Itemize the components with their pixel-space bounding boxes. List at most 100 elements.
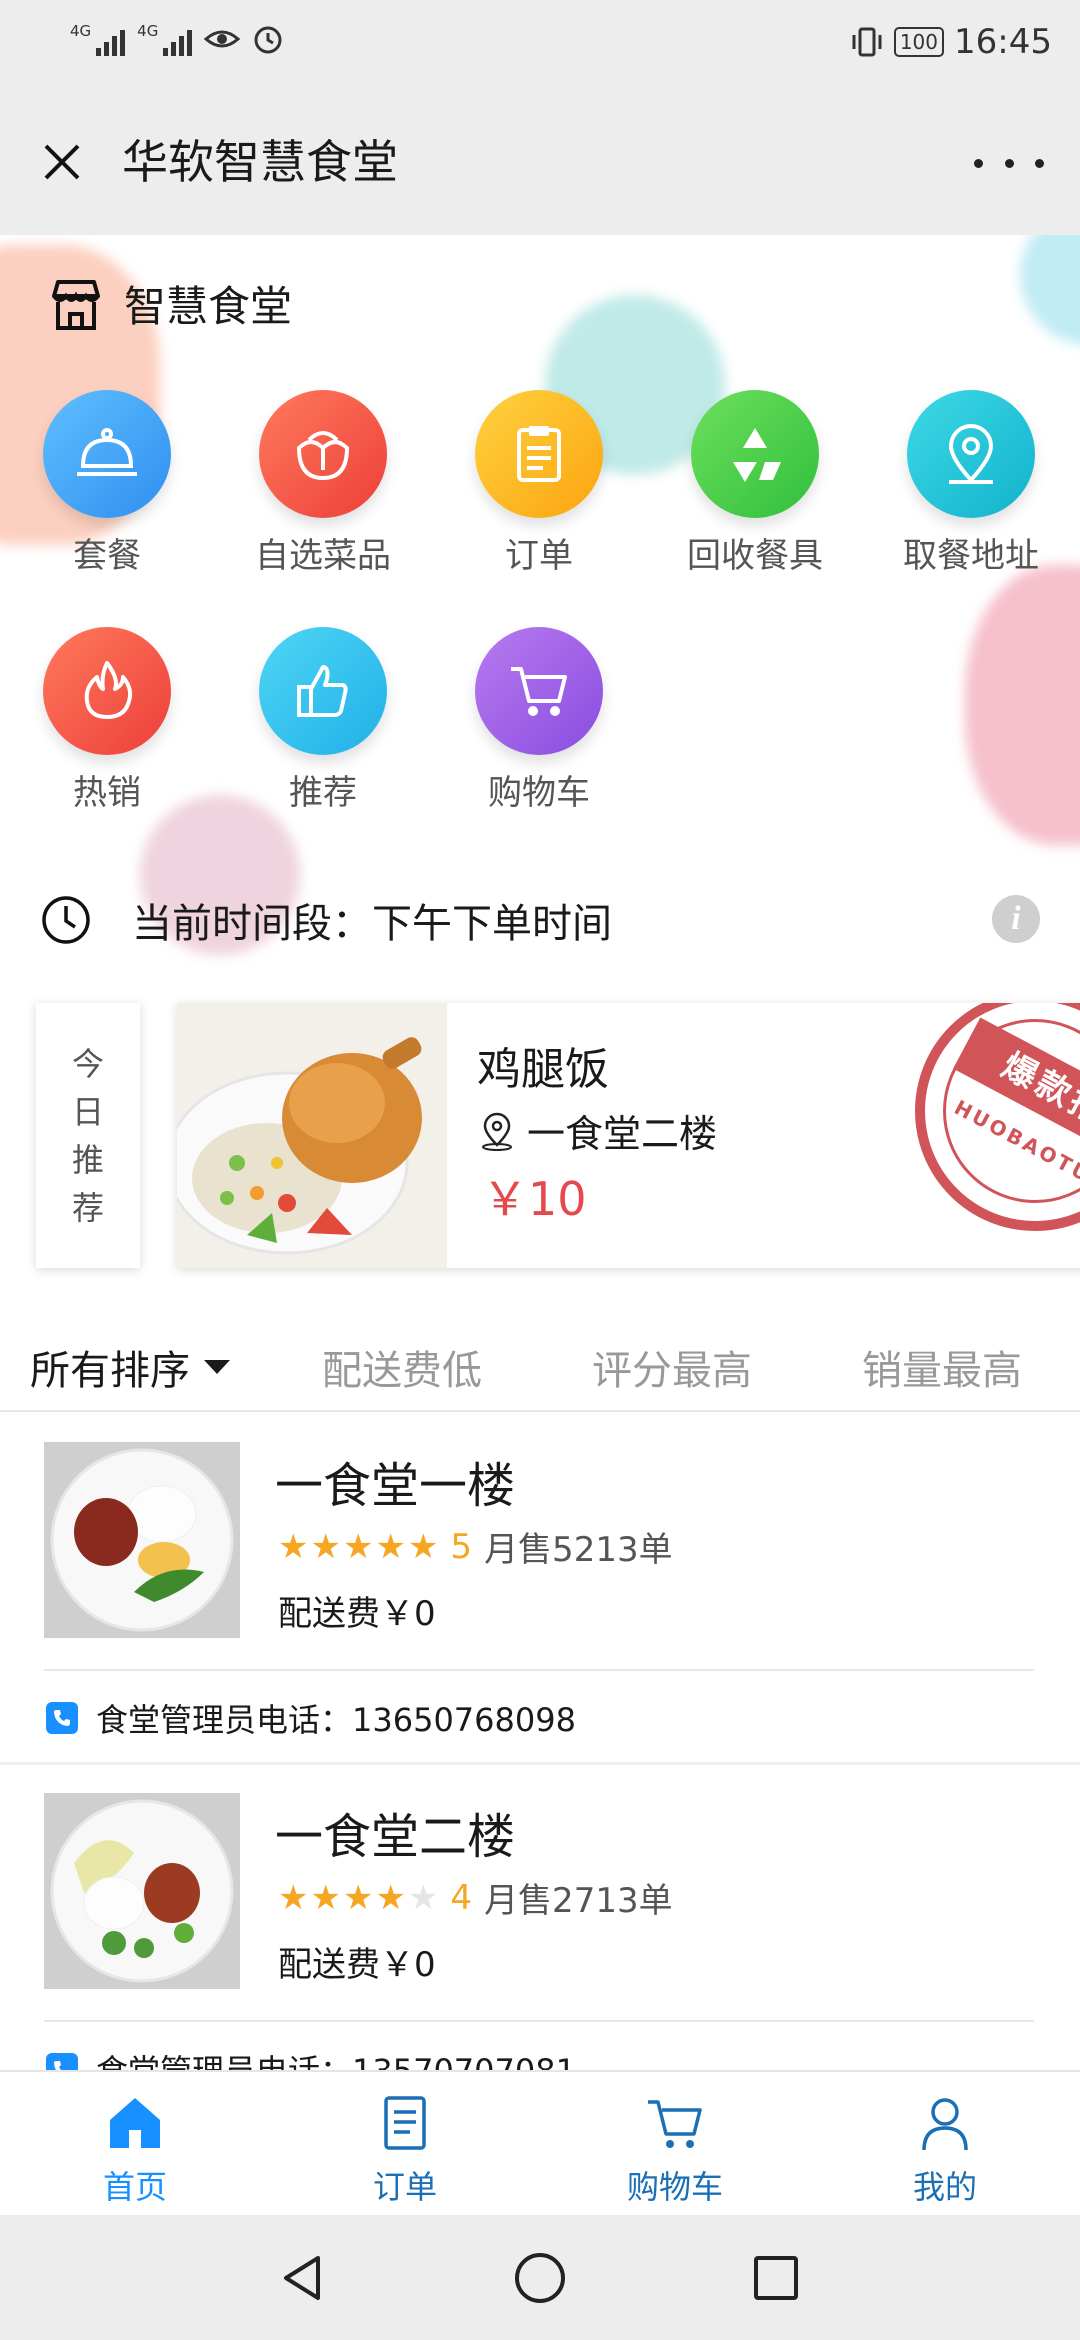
store-name: 一食堂二楼 <box>275 1809 516 1865</box>
home-nav-icon[interactable] <box>512 2250 568 2306</box>
star-icon: ★ <box>278 1526 309 1567</box>
back-icon[interactable] <box>276 2250 332 2306</box>
eye-icon <box>204 30 241 48</box>
recents-icon[interactable] <box>748 2250 804 2306</box>
tag-char: 荐 <box>71 1188 104 1227</box>
rating-value: 4 <box>450 1877 473 1918</box>
vibrate-icon <box>852 27 882 57</box>
today-recommend-tag: 今 日 推 荐 <box>36 1003 140 1268</box>
page-title: 华软智慧食堂 <box>122 135 398 189</box>
grid-item-pickup-address[interactable]: 取餐地址 <box>876 390 1066 577</box>
divider <box>44 1669 1034 1671</box>
time-period-row: 当前时间段：下午下单时间 i <box>40 885 1040 955</box>
tag-char: 今 <box>71 1044 104 1083</box>
star-icon: ★ <box>407 1526 439 1567</box>
clock: 16:45 <box>954 22 1052 62</box>
thumbs-up-icon <box>297 665 348 717</box>
store-name: 一食堂一楼 <box>275 1458 516 1514</box>
phone-text: 食堂管理员电话：13650768098 <box>96 1701 576 1739</box>
store-rating: ★ ★ ★ ★ ★ 4 月售2713单 <box>278 1873 673 1922</box>
clock-icon <box>42 896 90 944</box>
main-content[interactable]: 智慧食堂 套餐 自选菜品 订单 回收餐具 取餐地址 热销 推荐 购物车 当前时间… <box>0 235 1080 2070</box>
close-icon <box>44 144 80 180</box>
cloche-icon <box>77 428 137 476</box>
rating-value: 5 <box>450 1526 473 1567</box>
decor-blob <box>965 565 1080 845</box>
sort-rating[interactable]: 评分最高 <box>592 1338 752 1396</box>
home-icon <box>110 2098 160 2148</box>
monthly-sales: 月售5213单 <box>484 1530 673 1570</box>
section-title: 智慧食堂 <box>124 282 293 331</box>
grid-label: 取餐地址 <box>903 536 1039 576</box>
battery-indicator: 100 <box>893 27 945 57</box>
tab-cart[interactable]: 购物车 <box>540 2072 810 2217</box>
grid-item-package[interactable]: 套餐 <box>12 390 202 577</box>
status-bar: 4G 4G 100 16:45 <box>0 0 1080 92</box>
recycle-icon <box>733 428 781 482</box>
grid-label: 套餐 <box>73 536 141 576</box>
store-phone[interactable]: 食堂管理员电话：13570707081 <box>46 2046 576 2070</box>
grid-label: 推荐 <box>289 773 357 813</box>
grid-item-cart[interactable]: 购物车 <box>444 627 634 814</box>
delivery-fee: 配送费￥0 <box>278 1945 436 1985</box>
decor-blob <box>1020 235 1080 345</box>
sort-all-dropdown[interactable]: 所有排序 <box>30 1338 230 1396</box>
tab-label: 购物车 <box>626 2168 723 2206</box>
more-dot-icon <box>1004 158 1014 168</box>
info-icon[interactable]: i <box>992 895 1040 943</box>
order-list-icon <box>384 2096 426 2150</box>
star-icon: ★ <box>310 1526 341 1567</box>
more-options-button[interactable] <box>974 138 1044 188</box>
tag-char: 日 <box>71 1092 104 1131</box>
store-image <box>44 1442 240 1638</box>
tag-char: 推 <box>71 1140 104 1179</box>
store-phone[interactable]: 食堂管理员电话：13650768098 <box>46 1695 576 1741</box>
section-header: 智慧食堂 <box>46 273 292 334</box>
tab-label: 首页 <box>102 2168 167 2206</box>
alarm-icon <box>254 26 282 54</box>
grid-item-recycle[interactable]: 回收餐具 <box>660 390 850 577</box>
dish-location-text: 一食堂二楼 <box>527 1112 718 1156</box>
star-icon: ★ <box>375 1526 406 1567</box>
cart-icon <box>511 667 567 716</box>
location-pin-icon <box>482 1112 512 1151</box>
grid-item-hot-sales[interactable]: 热销 <box>12 627 202 814</box>
star-icon: ★ <box>310 1877 341 1918</box>
star-icon: ★ <box>342 1877 374 1918</box>
recommend-card[interactable]: 鸡腿饭 一食堂二楼 ￥10 爆款推 HUOBAOTUIJIA <box>177 1003 1080 1268</box>
more-dot-icon <box>974 158 983 168</box>
sort-sales[interactable]: 销量最高 <box>862 1338 1022 1396</box>
star-empty-icon: ★ <box>407 1877 439 1918</box>
grid-item-orders[interactable]: 订单 <box>444 390 634 577</box>
store-rating: ★ ★ ★ ★ ★ 5 月售5213单 <box>278 1522 673 1571</box>
location-pin-icon <box>948 424 994 484</box>
tab-orders[interactable]: 订单 <box>270 2072 540 2217</box>
cart-icon <box>648 2100 702 2148</box>
title-bar: 华软智慧食堂 <box>0 92 1080 235</box>
monthly-sales: 月售2713单 <box>484 1881 673 1921</box>
phone-icon <box>46 1702 78 1734</box>
store-image <box>44 1793 240 1989</box>
dish-location: 一食堂二楼 <box>477 1103 717 1158</box>
system-nav-bar <box>0 2215 1080 2340</box>
grid-label: 热销 <box>73 773 141 813</box>
grid-item-recommend[interactable]: 推荐 <box>228 627 418 814</box>
time-period-text: 当前时间段：下午下单时间 <box>132 901 612 947</box>
sort-delivery-fee[interactable]: 配送费低 <box>322 1338 482 1396</box>
divider <box>44 2020 1034 2022</box>
tab-me[interactable]: 我的 <box>810 2072 1080 2217</box>
grid-item-custom-dishes[interactable]: 自选菜品 <box>228 390 418 577</box>
tab-label: 订单 <box>372 2168 437 2206</box>
sort-bar: 所有排序 配送费低 评分最高 销量最高 <box>0 1320 1080 1412</box>
sort-all-label: 所有排序 <box>30 1348 190 1394</box>
close-button[interactable] <box>32 132 92 192</box>
flame-icon <box>84 661 133 719</box>
dish-name: 鸡腿饭 <box>477 1044 609 1095</box>
grid-label: 购物车 <box>488 773 590 813</box>
star-icon: ★ <box>342 1526 374 1567</box>
grid-label: 自选菜品 <box>255 536 391 576</box>
signal-icon: 4G <box>70 22 126 56</box>
tab-home[interactable]: 首页 <box>0 2072 270 2217</box>
person-icon <box>922 2098 968 2151</box>
dish-price: ￥10 <box>482 1172 587 1226</box>
